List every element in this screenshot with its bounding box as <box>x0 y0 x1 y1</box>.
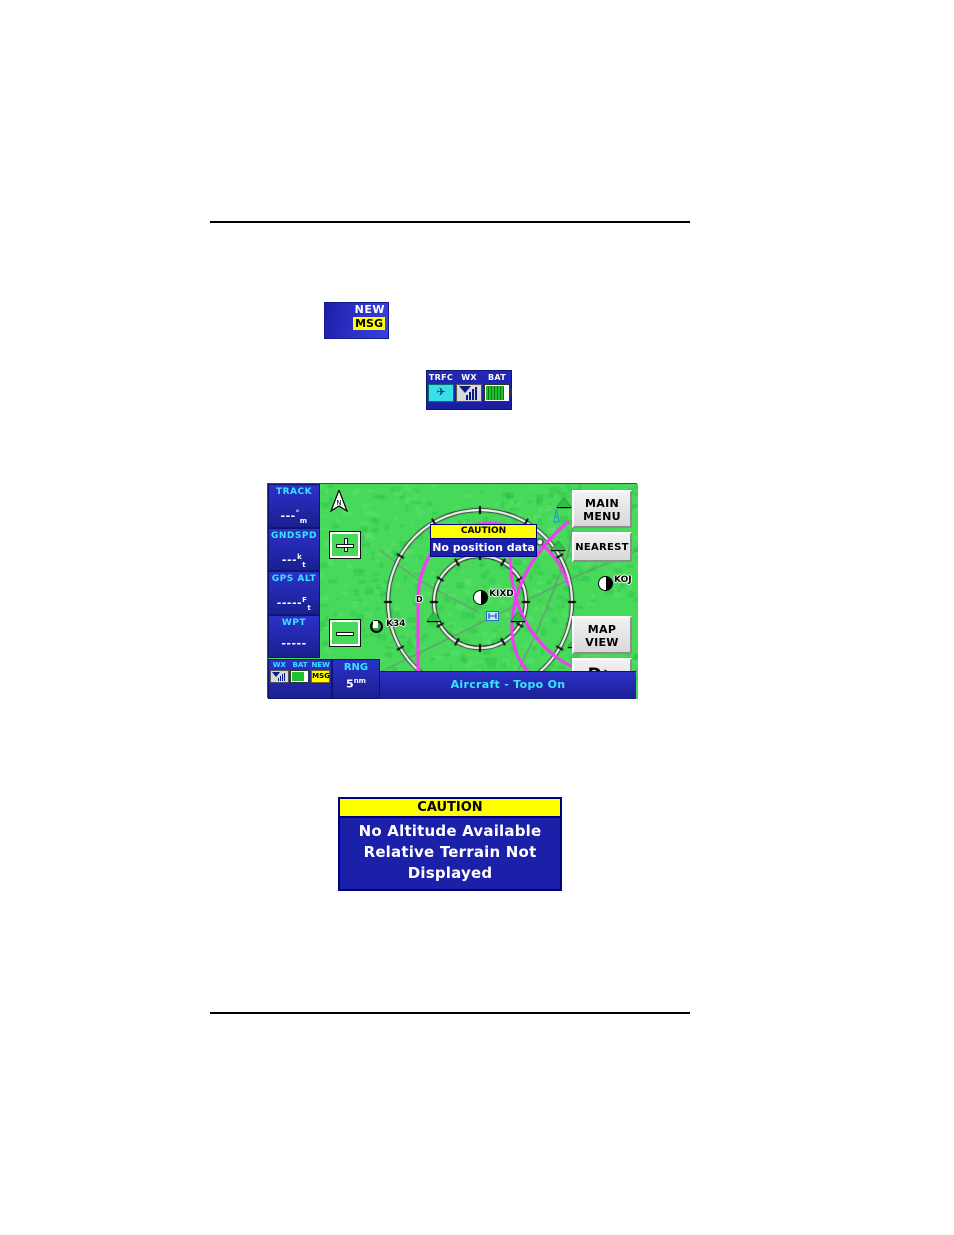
annunciator-panel: WX BAT NEW MSG <box>268 659 332 699</box>
airport-label-kixd: KIXD <box>489 589 514 599</box>
airport-solid-icon <box>370 620 383 633</box>
data-field-track[interactable]: TRACK ---°m <box>268 484 320 528</box>
map-symbol-airport-kixd[interactable]: KIXD <box>473 589 514 605</box>
map-status-bar: Aircraft - Topo On <box>380 671 636 699</box>
annunciator-wx: WX <box>269 661 289 698</box>
map-view-line1: MAP <box>587 623 617 636</box>
range-value: 5nm <box>346 677 366 691</box>
new-msg-annunciator-icon: NEW MSG <box>324 302 389 339</box>
status-label-trfc: TRFC <box>428 373 454 382</box>
data-field-gps-alt[interactable]: GPS ALT -----Ft <box>268 571 320 615</box>
data-field-column: TRACK ---°m GNDSPD ---kt GPS ALT -----Ft… <box>268 484 320 659</box>
range-indicator[interactable]: RNG 5nm <box>332 659 380 699</box>
weather-signal-icon <box>456 384 482 402</box>
status-label-bat: BAT <box>487 373 507 382</box>
data-field-value-gps-alt: -----Ft <box>276 596 312 612</box>
caution-dialog-body: No Altitude Available Relative Terrain N… <box>338 818 562 891</box>
page-rule-top <box>210 221 690 223</box>
svg-text:N: N <box>336 499 341 507</box>
nearest-button[interactable]: NEAREST <box>572 532 632 562</box>
map-view-button[interactable]: MAP VIEW <box>572 616 632 654</box>
map-symbol-airport-k34[interactable]: K34 <box>370 619 406 633</box>
map-symbol-city-triangle-2 <box>511 612 525 622</box>
caution-dialog-line-2: Relative Terrain Not Displayed <box>363 843 537 882</box>
map-caution-title: CAUTION <box>430 524 537 539</box>
airport-half-icon <box>473 590 488 605</box>
new-msg-label-new: NEW <box>354 303 385 316</box>
zoom-out-button[interactable] <box>330 620 360 646</box>
data-field-gndspd[interactable]: GNDSPD ---kt <box>268 527 320 571</box>
caution-dialog-line-1: No Altitude Available <box>358 822 542 840</box>
status-cell-trfc: TRFC ✈ <box>428 373 454 402</box>
map-caution-message: No position data <box>430 539 537 557</box>
annunciator-bat: BAT <box>290 661 310 698</box>
north-arrow-icon: N <box>330 490 348 512</box>
status-label-wx: WX <box>461 373 477 382</box>
map-status-text: Aircraft - Topo On <box>450 678 566 691</box>
data-field-label-track: TRACK <box>275 487 313 497</box>
nearest-label: NEAREST <box>575 542 629 553</box>
data-field-label-wpt: WPT <box>281 617 307 628</box>
obstacle-label-d: D <box>416 595 423 604</box>
airport-half-icon-2 <box>598 576 613 591</box>
map-symbol-airport-koj[interactable]: KOJ <box>598 575 632 591</box>
obstruction-tower-icon <box>551 508 562 523</box>
map-symbol-city-triangle-6 <box>557 498 571 508</box>
page-rule-bottom <box>210 1012 690 1014</box>
msg-icon: MSG <box>311 670 331 683</box>
annunciator-new[interactable]: NEW MSG <box>311 661 331 698</box>
airport-label-koj: KOJ <box>614 575 632 585</box>
main-menu-button[interactable]: MAIN MENU <box>572 490 632 528</box>
main-menu-line2: MENU <box>583 510 621 523</box>
annunciator-label-wx: WX <box>272 661 286 669</box>
range-label: RNG <box>343 662 369 673</box>
data-field-value-track: ---°m <box>280 509 308 525</box>
traffic-icon: ✈ <box>428 384 454 402</box>
map-symbol-city-triangle-1 <box>427 612 441 622</box>
map-view-line2: VIEW <box>585 636 619 649</box>
status-cell-bat: BAT <box>484 373 512 402</box>
main-menu-line1: MAIN <box>585 497 619 510</box>
heliport-icon <box>486 606 499 621</box>
battery-icon-small <box>290 670 310 683</box>
annunciator-label-bat: BAT <box>292 661 308 669</box>
data-field-label-gndspd: GNDSPD <box>271 530 317 541</box>
status-icon-strip: TRFC ✈ WX BAT <box>426 370 512 410</box>
caution-dialog-title: CAUTION <box>338 797 562 818</box>
zoom-in-button[interactable] <box>330 532 360 558</box>
new-msg-label-msg: MSG <box>353 317 385 330</box>
map-symbol-city-triangle-4 <box>551 541 565 551</box>
annunciator-label-new: NEW <box>311 661 330 669</box>
battery-icon <box>484 384 512 402</box>
caution-dialog: CAUTION No Altitude Available Relative T… <box>338 797 562 891</box>
status-cell-wx: WX <box>456 373 482 402</box>
data-field-value-wpt: ----- <box>281 636 307 650</box>
wx-signal-icon <box>269 670 289 683</box>
data-field-label-gps-alt: GPS ALT <box>271 574 317 584</box>
airport-label-k34: K34 <box>386 619 406 629</box>
map-caution-popup: CAUTION No position data <box>430 524 537 557</box>
data-field-value-gndspd: ---kt <box>281 552 307 569</box>
msg-badge-text: MSG <box>312 672 330 680</box>
gps-display-screen[interactable]: N KIXD K34 KOJ D TRACK ---°m GNDSPD ---k… <box>267 483 638 699</box>
data-field-wpt[interactable]: WPT ----- <box>268 614 320 658</box>
